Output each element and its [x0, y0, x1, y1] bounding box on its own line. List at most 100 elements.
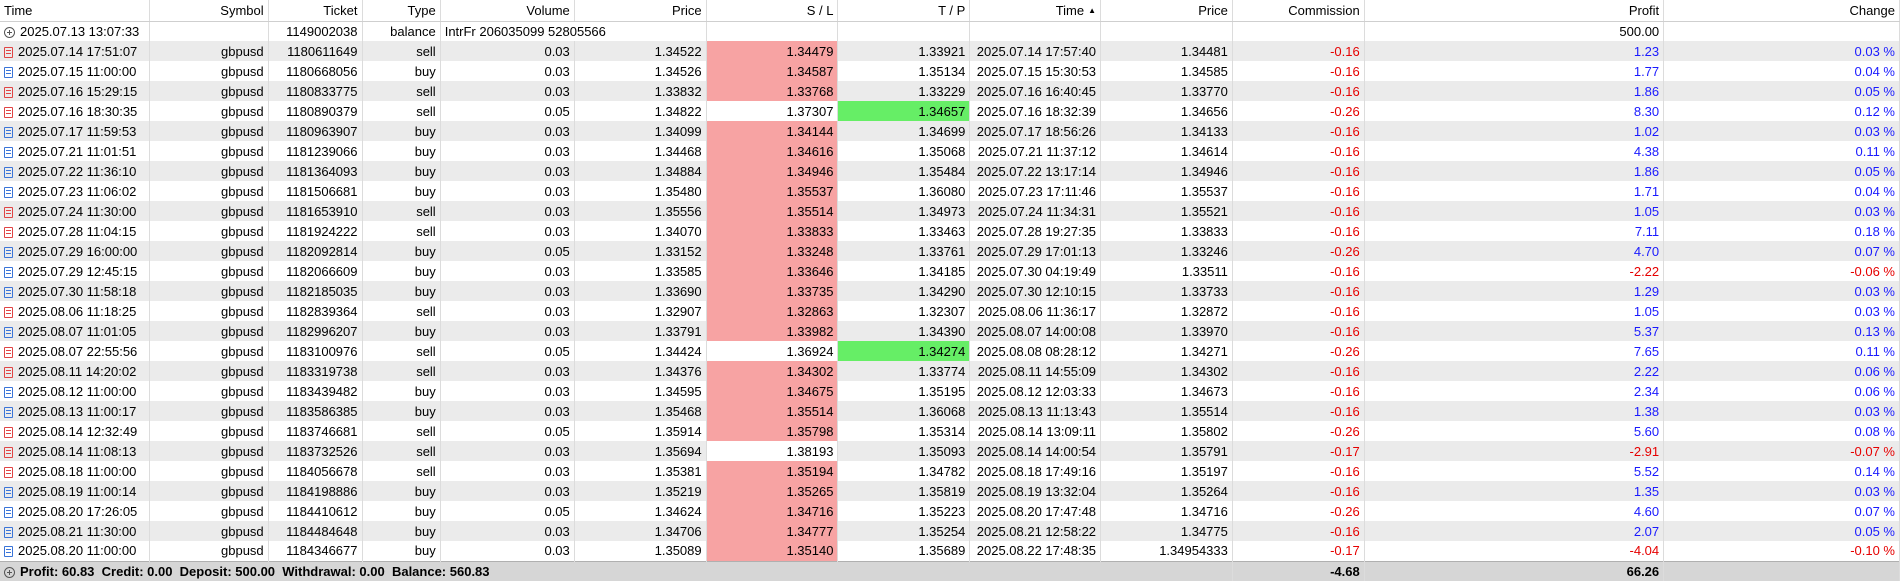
trade-row[interactable]: 2025.07.17 11:59:53 gbpusd 1180963907 buy 0.…: [0, 121, 1900, 141]
cell-type: sell: [362, 81, 441, 101]
cell-commission: -0.16: [1232, 381, 1365, 401]
cell-price-open: 1.34595: [574, 381, 707, 401]
cell-time-close: 2025.08.20 17:47:48: [969, 501, 1102, 521]
trade-row[interactable]: 2025.07.21 11:01:51 gbpusd 1181239066 buy 0.…: [0, 141, 1900, 161]
cell-time-close: 2025.08.12 12:03:33: [969, 381, 1102, 401]
col-header-type[interactable]: Type: [362, 0, 441, 22]
trade-row[interactable]: 2025.08.21 11:30:00 gbpusd 1184484648 buy 0.…: [0, 521, 1900, 541]
cell-volume: 0.03: [440, 141, 575, 161]
cell-price-open: 1.35556: [574, 201, 707, 221]
cell-commission: -0.16: [1232, 221, 1365, 241]
cell-type: buy: [362, 121, 441, 141]
trade-row[interactable]: 2025.07.28 11:04:15 gbpusd 1181924222 sell 0…: [0, 221, 1900, 241]
cell-profit: 5.52: [1364, 461, 1665, 481]
cell-time: 2025.08.14 11:08:13: [0, 441, 151, 461]
cell-volume: 0.03: [440, 441, 575, 461]
trade-row[interactable]: 2025.07.29 12:45:15 gbpusd 1182066609 buy 0.…: [0, 261, 1900, 281]
trade-row[interactable]: 2025.08.11 14:20:02 gbpusd 1183319738 sell 0…: [0, 361, 1900, 381]
trade-row[interactable]: 2025.08.12 11:00:00 gbpusd 1183439482 buy 0.…: [0, 381, 1900, 401]
cell-symbol: gbpusd: [149, 41, 269, 61]
col-header-price-open[interactable]: Price: [574, 0, 707, 22]
col-header-price-close[interactable]: Price: [1100, 0, 1233, 22]
col-header-profit[interactable]: Profit: [1364, 0, 1665, 22]
cell-price-open: 1.35219: [574, 481, 707, 501]
cell-profit: 2.22: [1364, 361, 1665, 381]
cell-tp: 1.34699: [837, 121, 971, 141]
trade-row[interactable]: 2025.08.13 11:00:17 gbpusd 1183586385 buy 0.…: [0, 401, 1900, 421]
cell-ticket: 1182996207: [268, 321, 363, 341]
trade-row[interactable]: 2025.07.30 11:58:18 gbpusd 1182185035 buy 0.…: [0, 281, 1900, 301]
summary-plus-icon: [4, 566, 15, 578]
balance-type: balance: [362, 21, 441, 41]
col-header-change[interactable]: Change: [1663, 0, 1900, 22]
cell-change: 0.03 %: [1663, 41, 1900, 61]
header-row: Time Symbol Ticket Type Volume Price S /…: [0, 0, 1900, 22]
cell-tp: 1.32307: [837, 301, 971, 321]
cell-change: 0.11 %: [1663, 341, 1900, 361]
cell-time-close: 2025.07.16 18:32:39: [969, 101, 1102, 121]
cell-time: 2025.07.17 11:59:53: [0, 121, 151, 141]
trade-row[interactable]: 2025.07.15 11:00:00 gbpusd 1180668056 buy 0.…: [0, 61, 1900, 81]
trade-row[interactable]: 2025.08.14 12:32:49 gbpusd 1183746681 sell 0…: [0, 421, 1900, 441]
col-header-time[interactable]: Time: [0, 0, 151, 22]
trade-row[interactable]: 2025.08.19 11:00:14 gbpusd 1184198886 buy 0.…: [0, 481, 1900, 501]
col-header-label: Volume: [526, 2, 570, 18]
cell-tp: 1.34782: [837, 461, 971, 481]
cell-tp: 1.35093: [837, 441, 971, 461]
trade-row[interactable]: 2025.08.18 11:00:00 gbpusd 1184056678 sell 0…: [0, 461, 1900, 481]
cell-change: 0.05 %: [1663, 161, 1900, 181]
cell-profit: 4.70: [1364, 241, 1665, 261]
trade-row[interactable]: 2025.07.29 16:00:00 gbpusd 1182092814 buy 0.…: [0, 241, 1900, 261]
trade-row[interactable]: 2025.08.20 17:26:05 gbpusd 1184410612 buy 0.…: [0, 501, 1900, 521]
trade-row[interactable]: 2025.08.07 22:55:56 gbpusd 1183100976 sell 0…: [0, 341, 1900, 361]
col-header-volume[interactable]: Volume: [440, 0, 575, 22]
cell-price-open: 1.34070: [574, 221, 707, 241]
cell-time: 2025.08.20 11:00:00: [0, 541, 151, 561]
col-header-symbol[interactable]: Symbol: [149, 0, 269, 22]
cell-profit: 4.60: [1364, 501, 1665, 521]
cell-ticket: 1180833775: [268, 81, 363, 101]
cell-commission: -0.16: [1232, 481, 1365, 501]
trade-row[interactable]: 2025.07.23 11:06:02 gbpusd 1181506681 buy 0.…: [0, 181, 1900, 201]
summary-text: Profit: 60.83 Credit: 0.00 Deposit: 500.…: [20, 563, 490, 579]
trade-row[interactable]: 2025.07.16 18:30:35 gbpusd 1180890379 sell 0…: [0, 101, 1900, 121]
cell-tp: 1.35195: [837, 381, 971, 401]
cell-price-close: 1.35537: [1100, 181, 1233, 201]
trade-row[interactable]: 2025.07.22 11:36:10 gbpusd 1181364093 buy 0.…: [0, 161, 1900, 181]
cell-time: 2025.08.11 14:20:02: [0, 361, 151, 381]
cell-price-open: 1.34468: [574, 141, 707, 161]
trade-row[interactable]: 2025.08.14 11:08:13 gbpusd 1183732526 sell 0…: [0, 441, 1900, 461]
col-header-commission[interactable]: Commission: [1232, 0, 1365, 22]
balance-row[interactable]: 2025.07.13 13:07:33 1149002038 balance I…: [0, 21, 1900, 41]
trade-row[interactable]: 2025.07.14 17:51:07 gbpusd 1180611649 sell 0…: [0, 41, 1900, 61]
cell-profit: 7.65: [1364, 341, 1665, 361]
cell-price-close: 1.35521: [1100, 201, 1233, 221]
trade-time: 2025.08.14 12:32:49: [18, 423, 138, 439]
cell-time: 2025.08.06 11:18:25: [0, 301, 151, 321]
trade-row[interactable]: 2025.07.24 11:30:00 gbpusd 1181653910 sell 0…: [0, 201, 1900, 221]
col-header-tp[interactable]: T / P: [837, 0, 971, 22]
cell-sl: 1.35514: [706, 201, 839, 221]
cell-type: buy: [362, 161, 441, 181]
cell-change: -0.10 %: [1663, 541, 1900, 561]
col-header-sl[interactable]: S / L: [706, 0, 839, 22]
trade-time: 2025.08.06 11:18:25: [18, 303, 137, 319]
cell-type: sell: [362, 221, 441, 241]
trade-row[interactable]: 2025.08.20 11:00:00 gbpusd 1184346677 buy 0.…: [0, 541, 1900, 561]
col-header-label: Ticket: [323, 2, 358, 18]
cell-profit: 1.02: [1364, 121, 1665, 141]
trade-row[interactable]: 2025.08.06 11:18:25 gbpusd 1182839364 sell 0…: [0, 301, 1900, 321]
col-header-ticket[interactable]: Ticket: [268, 0, 363, 22]
cell-profit: 1.86: [1364, 161, 1665, 181]
cell-price-close: 1.34585: [1100, 61, 1233, 81]
cell-price-close: 1.34775: [1100, 521, 1233, 541]
cell-time: 2025.08.20 17:26:05: [0, 501, 151, 521]
trade-row[interactable]: 2025.07.16 15:29:15 gbpusd 1180833775 sell 0…: [0, 81, 1900, 101]
cell-symbol: gbpusd: [149, 161, 269, 181]
trade-time: 2025.07.29 16:00:00: [18, 243, 138, 259]
balance-comment: IntrFr 206035099 52805566: [440, 21, 707, 41]
trade-time: 2025.08.07 22:55:56: [18, 343, 138, 359]
col-header-time-close[interactable]: Time ▲: [969, 0, 1102, 22]
cell-sl: 1.33768: [706, 81, 839, 101]
trade-row[interactable]: 2025.08.07 11:01:05 gbpusd 1182996207 buy 0.…: [0, 321, 1900, 341]
